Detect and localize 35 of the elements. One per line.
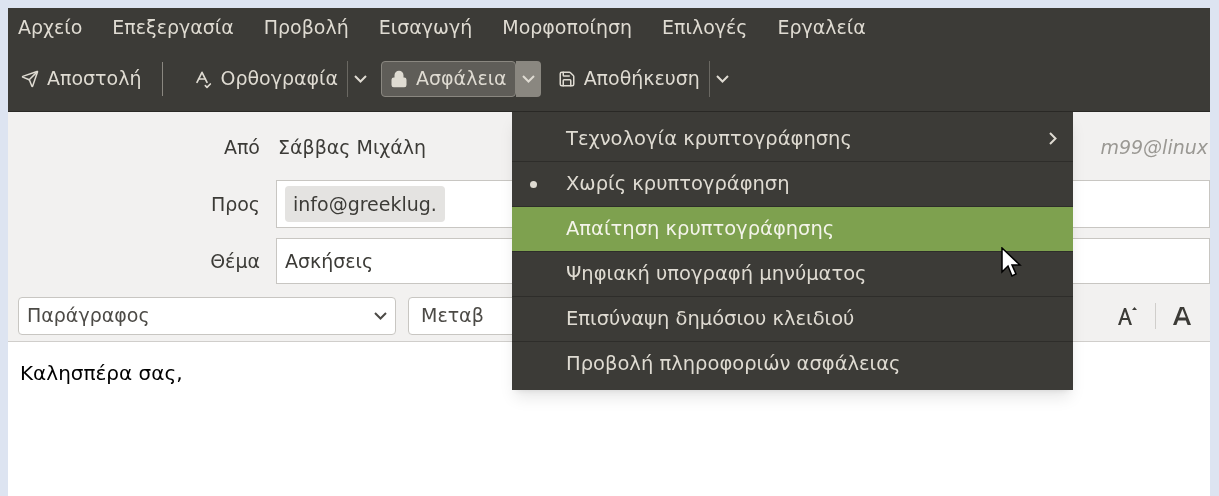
send-icon [21,69,39,88]
menu-option[interactable]: Τεχνολογία κρυπτογράφησης [512,116,1073,161]
menu-item[interactable]: Προβολή [263,12,349,42]
lock-icon [390,69,409,88]
menu-item[interactable]: Επιλογές [662,12,748,42]
chevron-down-icon [354,74,368,83]
menu-item[interactable]: Εισαγωγή [378,12,473,42]
menu-option-label: Ψηφιακή υπογραφή μηνύματος [566,261,867,288]
to-label: Προς [209,191,261,217]
menu-option-label: Τεχνολογία κρυπτογράφησης [566,125,852,152]
toolbar-button[interactable]: Αποθήκευση [548,60,709,97]
toolbar-button[interactable]: Αποστολή [12,60,151,97]
recipient-chip[interactable]: info@greeklug. [285,185,445,223]
chevron-down-icon [715,74,729,83]
dropdown-button[interactable] [515,60,541,97]
sender-address: m99@linux [1100,134,1208,160]
menu-item[interactable]: Εργαλεία [777,12,866,42]
mouse-cursor-icon [1001,247,1023,279]
menu-option-label: Προβολή πληροφοριών ασφάλειας [566,351,901,378]
paragraph-select[interactable]: Παράγραφος [18,296,396,335]
chevron-down-icon [374,311,387,320]
sender-name: Σάββας Μιχάλη [278,134,427,160]
menu-option-label: Απαίτηση κρυπτογράφησης [566,216,835,243]
menu-item[interactable]: Επεξεργασία [112,12,234,42]
toolbar-button[interactable]: Ορθογραφία [183,60,348,97]
menu-item[interactable]: Αρχείο [18,12,83,42]
subject-label: Θέμα [209,248,261,274]
toolbar-button[interactable]: Ασφάλεια [381,60,516,97]
save-icon [557,69,576,88]
chevron-down-icon [521,74,535,83]
menu-option-label: Χωρίς κρυπτογράφηση [566,171,790,198]
menu-option[interactable]: Επισύναψη δημόσιου κλειδιού [512,296,1073,341]
menu-option[interactable]: Προβολή πληροφοριών ασφάλειας [512,341,1073,386]
menu-item[interactable]: Μορφοποίηση [502,12,633,42]
from-label: Από [222,134,261,160]
